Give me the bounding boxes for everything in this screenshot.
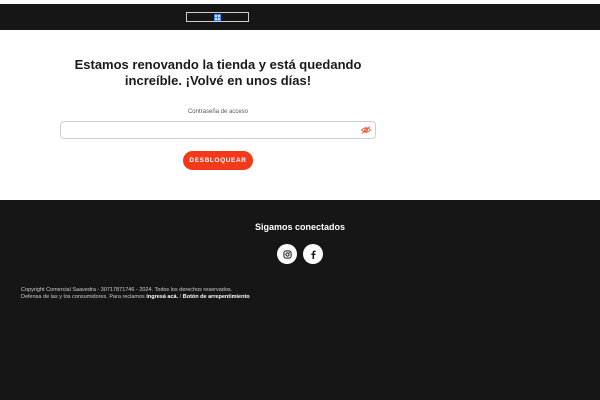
- copyright-text: Copyright Comercial Saavedra - 307178717…: [21, 287, 233, 293]
- instagram-icon: [282, 249, 292, 259]
- password-field[interactable]: [60, 121, 376, 139]
- footer: Sigamos conectados Copyright Comercial S…: [0, 200, 600, 400]
- consumer-line: Defensa de las y los consumidores. Para …: [21, 294, 250, 301]
- unlock-button[interactable]: DESBLOQUEAR: [183, 151, 253, 170]
- page-headline: Estamos renovando la tienda y está queda…: [74, 57, 362, 88]
- password-input[interactable]: [67, 124, 357, 136]
- instagram-link[interactable]: [277, 244, 297, 264]
- top-bar: [0, 0, 600, 30]
- password-label: Contraseña de acceso: [187, 109, 249, 115]
- copyright-block: Copyright Comercial Saavedra - 307178717…: [21, 287, 250, 301]
- consumer-text: Defensa de las y los consumidores. Para …: [21, 294, 145, 300]
- password-page-content: Estamos renovando la tienda y está queda…: [0, 30, 600, 200]
- claims-link[interactable]: ingresá acá.: [146, 294, 178, 300]
- store-logo[interactable]: [186, 12, 249, 22]
- facebook-link[interactable]: [303, 244, 323, 264]
- eye-off-icon[interactable]: [361, 126, 371, 134]
- facebook-icon: [311, 250, 316, 259]
- follow-us-title: Sigamos conectados: [254, 222, 346, 232]
- regret-button-link[interactable]: Botón de arrepentimiento: [183, 294, 250, 300]
- separator: /: [179, 294, 182, 300]
- store-logo-icon: [214, 13, 221, 21]
